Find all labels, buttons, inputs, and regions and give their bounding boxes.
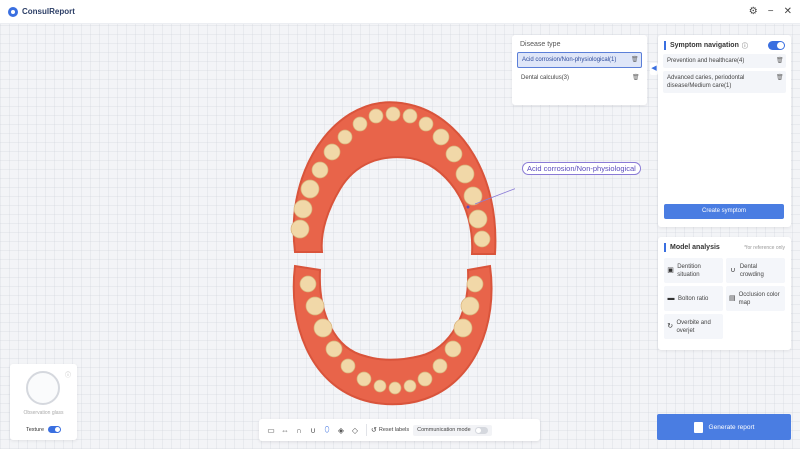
right-view-icon[interactable]: ◇: [348, 426, 362, 435]
model-item-dentition[interactable]: ▣ Dentition situation: [664, 258, 723, 283]
report-icon: [693, 421, 703, 433]
app-title: ConsulReport: [22, 7, 75, 16]
model-analysis-grid: ▣ Dentition situation ∪ Dental crowding …: [658, 256, 791, 341]
symptom-toggle[interactable]: [768, 41, 785, 50]
trash-icon[interactable]: 🗑: [776, 57, 784, 65]
symptom-item-label: Advanced caries, periodontal disease/Med…: [667, 75, 745, 89]
model-item-label: Dental crowding: [739, 263, 764, 278]
logo-icon: [8, 6, 18, 17]
generate-report-button[interactable]: Generate report: [657, 414, 791, 440]
overbite-icon: ↻: [667, 322, 674, 330]
symptom-item-prevention[interactable]: Prevention and healthcare(4) 🗑: [663, 54, 786, 68]
left-view-icon[interactable]: ◈: [334, 426, 348, 435]
reset-icon: ↺: [371, 427, 377, 434]
model-item-label: Occlusion color map: [738, 291, 780, 306]
reset-labels-button[interactable]: ↺ Reset labels: [371, 426, 409, 434]
window-controls: ⚙ − ✕: [749, 6, 792, 17]
disease-item-acid-corrosion[interactable]: Acid corrosion/Non-physiological(1) 🗑: [517, 52, 642, 68]
model-item-label: Dentition situation: [677, 263, 701, 278]
model-item-bolton[interactable]: ▬ Bolton ratio: [664, 286, 723, 311]
title-bar: ConsulReport ⚙ − ✕: [0, 0, 800, 24]
lower-arch-icon[interactable]: ∪: [306, 426, 320, 435]
symptom-item-advanced-caries[interactable]: Advanced caries, periodontal disease/Med…: [663, 71, 786, 93]
info-icon[interactable]: ⓘ: [65, 370, 71, 379]
generate-report-label: Generate report: [708, 423, 755, 431]
front-view-icon[interactable]: ▭: [264, 426, 278, 435]
symptom-header: Symptom navigation ⓘ: [658, 35, 791, 54]
model-item-label: Overbite and overjet: [676, 319, 711, 334]
model-item-overbite[interactable]: ↻ Overbite and overjet: [664, 314, 723, 339]
model-analysis-panel: Model analysis *for reference only ▣ Den…: [658, 237, 791, 350]
texture-label: Texture: [26, 426, 45, 433]
trash-icon[interactable]: 🗑: [632, 74, 640, 82]
trash-icon[interactable]: 🗑: [631, 56, 639, 64]
observation-label: Observation glass: [23, 410, 64, 416]
upper-arch-icon[interactable]: ∩: [292, 426, 306, 435]
model-title: Model analysis: [670, 244, 720, 251]
side-view-icon[interactable]: ⇔: [278, 426, 292, 435]
minimize-icon[interactable]: −: [768, 6, 774, 17]
model-header: Model analysis *for reference only: [658, 237, 791, 256]
model-item-crowding[interactable]: ∪ Dental crowding: [726, 258, 785, 283]
collapse-arrow-icon[interactable]: ◀: [650, 63, 658, 75]
texture-toggle[interactable]: [48, 426, 62, 433]
disease-panel-title: Disease type: [520, 41, 561, 48]
gear-icon[interactable]: ⚙: [749, 6, 758, 17]
close-icon[interactable]: ✕: [784, 6, 792, 17]
model-item-label: Bolton ratio: [678, 295, 709, 302]
symptom-navigation-panel: Symptom navigation ⓘ Prevention and heal…: [658, 35, 791, 227]
trash-icon[interactable]: 🗑: [776, 74, 784, 90]
section-bar: [664, 41, 666, 50]
toolbar-divider: [366, 424, 367, 436]
create-symptom-label: Create symptom: [701, 208, 746, 214]
reference-note: *for reference only: [744, 244, 785, 251]
ratio-icon: ▬: [667, 294, 675, 302]
create-symptom-button[interactable]: Create symptom: [664, 204, 784, 219]
info-icon[interactable]: ⓘ: [742, 41, 748, 50]
communication-mode: Communication mode: [413, 424, 492, 436]
observation-glass-panel: ⓘ Observation glass Texture: [10, 364, 77, 440]
symptom-callout-label[interactable]: Acid corrosion/Non-physiological: [522, 162, 641, 175]
view-toolbar: ▭ ⇔ ∩ ∪ ⬯ ◈ ◇ ↺ Reset labels Communicati…: [259, 419, 540, 441]
disease-type-panel: Disease type Acid corrosion/Non-physiolo…: [512, 35, 647, 105]
symptom-title: Symptom navigation: [670, 42, 739, 49]
disease-item-dental-calculus[interactable]: Dental calculus(3) 🗑: [517, 71, 642, 85]
symptom-item-label: Prevention and healthcare(4): [667, 58, 745, 64]
occlusion-icon: ▤: [729, 294, 736, 302]
texture-row: Texture: [26, 426, 62, 433]
rotate-view-icon[interactable]: ⬯: [320, 425, 334, 435]
dental-model[interactable]: [270, 94, 515, 424]
observation-glass-preview[interactable]: [26, 371, 60, 405]
dentition-icon: ▣: [667, 266, 674, 274]
disease-item-label: Dental calculus(3): [521, 75, 570, 81]
communication-mode-label: Communication mode: [417, 427, 471, 433]
disease-item-label: Acid corrosion/Non-physiological(1): [522, 57, 617, 63]
reset-labels-label: Reset labels: [378, 427, 410, 433]
section-bar: [664, 243, 666, 252]
communication-mode-toggle[interactable]: [474, 426, 488, 434]
model-item-occlusion[interactable]: ▤ Occlusion color map: [726, 286, 785, 311]
crowding-icon: ∪: [730, 266, 736, 274]
